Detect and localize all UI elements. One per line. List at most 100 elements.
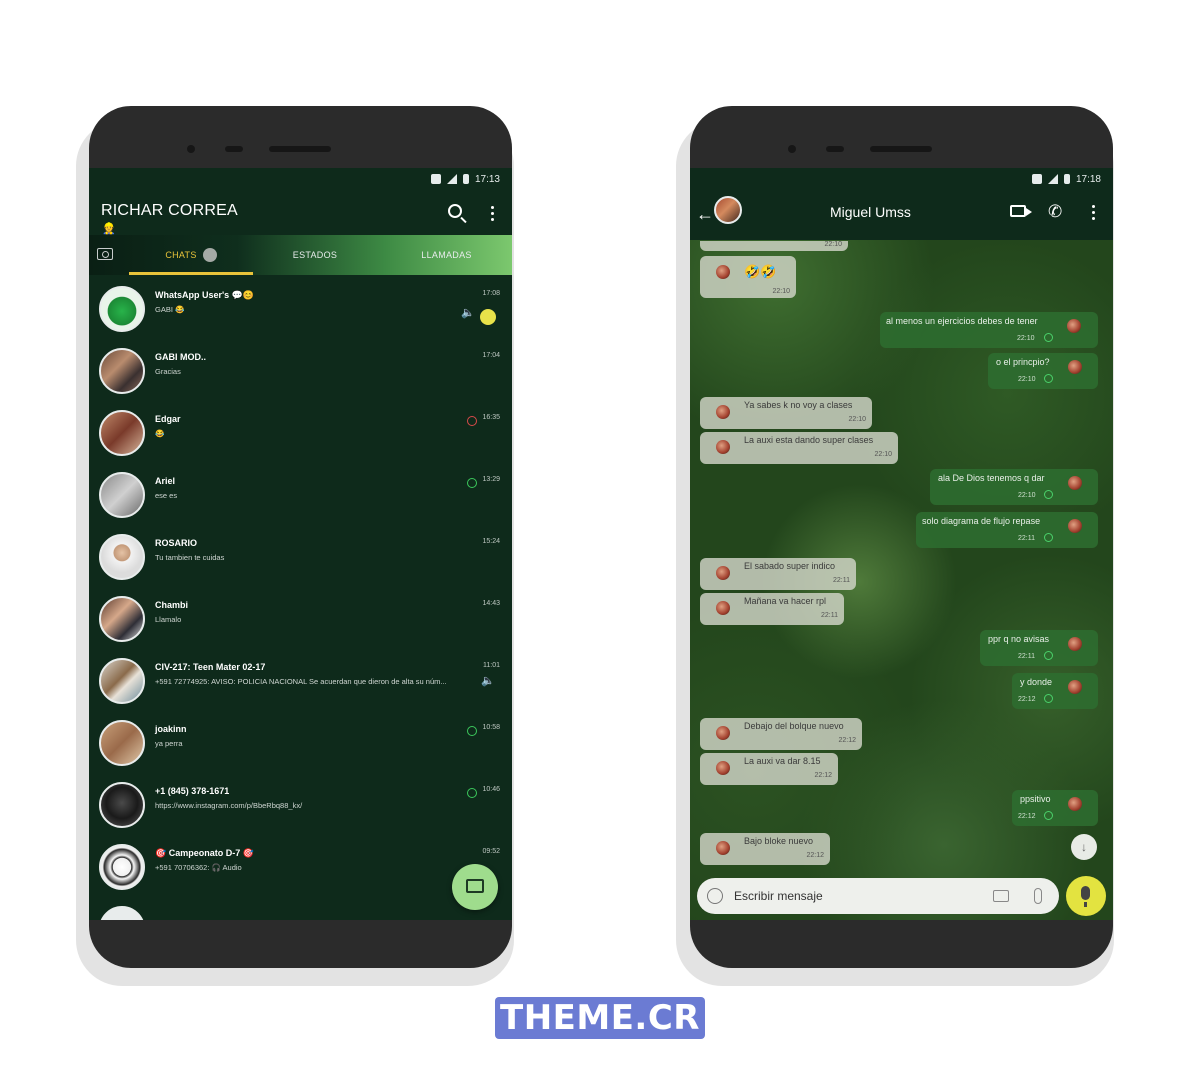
sender-avatar <box>1068 476 1082 490</box>
chat-row[interactable]: ROSARIO Tu tambien te cuidas 15:24 <box>89 526 512 588</box>
message-bubble-incoming[interactable]: Bajo bloke nuevo 22:12 <box>700 833 830 865</box>
sender-avatar <box>1068 519 1082 533</box>
battery-icon <box>462 174 469 184</box>
scroll-down-button[interactable]: ↓ <box>1071 834 1097 860</box>
tab-estados[interactable]: ESTADOS <box>253 235 377 275</box>
message-text: solo diagrama de flujo repase <box>922 516 1041 526</box>
message-bubble-outgoing[interactable]: solo diagrama de flujo repase 22:11 <box>916 512 1098 548</box>
message-bubble-incoming[interactable]: La auxi esta dando super clases 22:10 <box>700 432 898 464</box>
message-time: 22:12 <box>814 772 832 779</box>
attach-icon[interactable] <box>1034 888 1042 904</box>
message-bubble-incoming[interactable]: La auxi va dar 8.15 22:12 <box>700 753 838 785</box>
message-bubble-outgoing[interactable]: o el princpio? 22:10 <box>988 353 1098 389</box>
message-bubble-outgoing[interactable]: ppr q no avisas 22:11 <box>980 630 1098 666</box>
chat-row[interactable]: CIV-217: Teen Mater 02-17 +591 72774925:… <box>89 650 512 712</box>
message-bubble-outgoing[interactable]: ala De Dios tenemos q dar 22:10 <box>930 469 1098 505</box>
message-text: Ya sabes k no voy a clases <box>744 400 853 410</box>
chat-row[interactable]: 🎯 Campeonato D-7 🎯 +591 70706362: 🎧 Audi… <box>89 836 512 898</box>
message-bubble-incoming[interactable]: 22:10 <box>700 241 848 251</box>
tab-indicator <box>129 272 253 275</box>
back-arrow-icon[interactable]: ← <box>696 205 714 223</box>
tab-estados-label: ESTADOS <box>292 250 338 260</box>
read-status-icon <box>1044 533 1053 542</box>
tab-chats[interactable]: CHATS <box>129 235 253 275</box>
sender-avatar <box>716 265 730 279</box>
message-bubble-incoming[interactable]: El sabado super indico 22:11 <box>700 558 856 590</box>
tab-llamadas[interactable]: LLAMADAS <box>381 235 512 275</box>
message-bubble-incoming[interactable]: Mañana va hacer rpl 22:11 <box>700 593 844 625</box>
message-bubble-incoming[interactable]: Ya sabes k no voy a clases 22:10 <box>700 397 872 429</box>
message-bubble-incoming[interactable]: 🤣🤣 22:10 <box>700 256 796 298</box>
chat-message: Tu tambien te cuidas <box>155 553 225 562</box>
chat-name: ROSARIO <box>155 538 198 548</box>
video-call-icon[interactable] <box>1010 205 1032 217</box>
avatar <box>99 906 145 920</box>
message-time: 22:10 <box>1018 492 1036 499</box>
chat-message: +591 70706362: 🎧 Audio <box>155 863 242 872</box>
message-time: 22:12 <box>806 852 824 859</box>
signal-icon <box>446 174 457 184</box>
chat-message: https://www.instagram.com/p/BbeRbq88_kx/ <box>155 801 303 810</box>
camera-icon[interactable] <box>993 890 1009 902</box>
chat-time: 17:04 <box>482 352 500 359</box>
chat-row[interactable]: Edgar 😂 16:35 <box>89 402 512 464</box>
chat-row[interactable]: joakinn ya perra 10:58 <box>89 712 512 774</box>
status-ring <box>467 478 477 488</box>
chat-row[interactable]: +1 (845) 378-1671 https://www.instagram.… <box>89 774 512 836</box>
message-time: 22:11 <box>1018 653 1035 660</box>
chat-time: 13:29 <box>482 476 500 483</box>
avatar <box>99 348 145 394</box>
message-bubble-outgoing[interactable]: ppsitivo 22:12 <box>1012 790 1098 826</box>
message-bubble-outgoing[interactable]: y donde 22:12 <box>1012 673 1098 709</box>
watermark-logo: THEME.CR <box>495 997 705 1039</box>
chat-name: Ariel <box>155 476 176 486</box>
mute-icon: 🔈 <box>461 307 475 319</box>
message-time: 22:10 <box>1017 335 1035 342</box>
contact-name[interactable]: Miguel Umss <box>830 204 911 220</box>
message-time: 22:11 <box>833 577 850 584</box>
status-time: 17:13 <box>474 173 500 185</box>
chat-name: WhatsApp User's 💬😊 <box>155 290 255 300</box>
chat-row[interactable]: Ariel ese es 13:29 <box>89 464 512 526</box>
search-icon[interactable] <box>448 204 468 224</box>
chat-message: GABI 😂 <box>155 305 185 314</box>
chat-message: ya perra <box>155 739 183 748</box>
message-bubble-incoming[interactable]: Debajo del bolque nuevo 22:12 <box>700 718 862 750</box>
camera-icon[interactable] <box>97 248 113 260</box>
microphone-icon <box>1081 886 1090 907</box>
voice-record-button[interactable] <box>1066 876 1106 916</box>
chat-name: 🎯 Campeonato D-7 🎯 <box>155 848 254 858</box>
chat-row[interactable]: Chambi Llamalo 14:43 <box>89 588 512 650</box>
front-camera <box>788 145 796 153</box>
voice-call-icon[interactable]: ✆ <box>1048 202 1062 222</box>
status-ring <box>467 788 477 798</box>
status-time: 17:18 <box>1075 173 1101 185</box>
sender-avatar <box>716 405 730 419</box>
chat-message: Llamalo <box>155 615 182 624</box>
chat-name: Edgar <box>155 414 181 424</box>
app-title: RICHAR CORREA <box>101 202 238 219</box>
sender-avatar <box>716 440 730 454</box>
sender-avatar <box>716 841 730 855</box>
message-input[interactable] <box>734 887 974 905</box>
avatar <box>99 410 145 456</box>
emoji-icon[interactable] <box>707 888 723 904</box>
chat-time: 11:01 <box>483 662 500 669</box>
sender-avatar <box>1068 680 1082 694</box>
contact-avatar[interactable] <box>714 196 742 224</box>
message-text: ppr q no avisas <box>988 634 1050 644</box>
earpiece <box>269 146 331 152</box>
sender-avatar <box>1067 319 1081 333</box>
chat-row[interactable]: GABI MOD.. Gracias 17:04 <box>89 340 512 402</box>
chat-time: 17:08 <box>482 290 500 297</box>
signal-icon <box>1047 174 1058 184</box>
phone-right: 17:18 ← Miguel Umss ✆ 22:10 🤣🤣 22:10 al … <box>690 106 1113 968</box>
new-chat-button[interactable] <box>452 864 498 910</box>
message-bubble-outgoing[interactable]: al menos un ejercicios debes de tener 22… <box>880 312 1098 348</box>
message-text: ala De Dios tenemos q dar <box>938 473 1045 483</box>
chat-name: Chambi <box>155 600 189 610</box>
sensor <box>225 146 243 152</box>
more-options-icon[interactable] <box>491 206 495 224</box>
more-options-icon[interactable] <box>1092 205 1096 223</box>
chat-row[interactable]: WhatsApp User's 💬😊 GABI 😂 17:08 🔈 <box>89 278 512 340</box>
